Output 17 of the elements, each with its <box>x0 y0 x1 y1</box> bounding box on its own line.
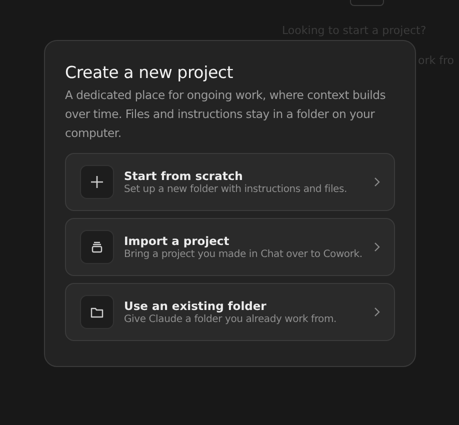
option-subtitle: Give Claude a folder you already work from. <box>124 314 338 325</box>
chevron-icon <box>374 307 380 317</box>
option-button[interactable]: Use an existing folder Give Claude a folder you already work from. <box>65 283 395 341</box>
option-title: Use an existing folder <box>124 299 268 313</box>
tray-icon <box>90 240 104 254</box>
option-button[interactable]: Import a project Bring a project you made in Chat over to Cowork. <box>65 218 395 276</box>
chevron-icon <box>374 242 380 252</box>
dialog-title: Create a new project <box>65 63 234 82</box>
option-title: Import a project <box>124 234 230 248</box>
option-title: Start from scratch <box>124 169 244 183</box>
option-subtitle: Bring a project you made in Chat over to Cowork. <box>124 249 364 260</box>
dialog-description: A dedicated place for ongoing work, where context builds over time. Files and instructions stay in a folder on your computer. <box>65 87 387 142</box>
option-button[interactable]: Start from scratch Set up a new folder with instructions and files. <box>65 153 395 211</box>
option-subtitle: Set up a new folder with instructions and files. <box>124 184 348 195</box>
chevron-icon <box>374 177 380 187</box>
folder-icon <box>90 305 104 319</box>
plus-icon <box>90 175 104 189</box>
